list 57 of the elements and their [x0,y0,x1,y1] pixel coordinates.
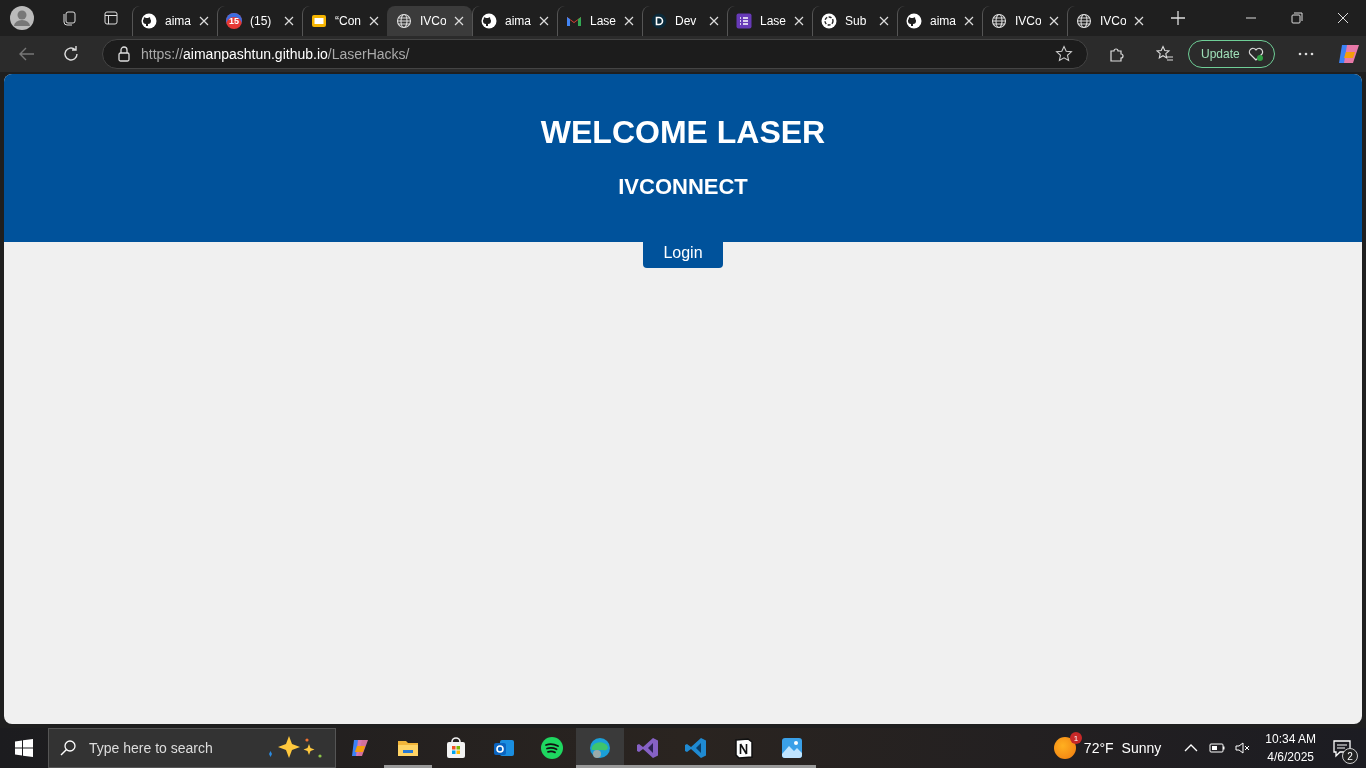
star-icon[interactable] [1055,45,1073,63]
battery-icon[interactable] [1209,740,1226,756]
page-title: WELCOME LASER [540,114,826,151]
close-icon[interactable] [624,16,634,26]
list-icon [736,13,752,29]
sun-icon[interactable] [1053,737,1076,759]
close-icon[interactable] [454,16,464,26]
close-icon[interactable] [539,16,549,26]
new-tab-icon[interactable] [1170,10,1186,26]
ribbon-icon [684,736,708,760]
close-icon[interactable] [1049,16,1059,26]
muted-speaker-icon[interactable] [1235,740,1252,756]
close-icon[interactable] [964,16,974,26]
url-text: https://aimanpashtun.github.io/LaserHacks/ [141,46,411,62]
clock-date[interactable]: 4/6/2025 [1267,748,1314,766]
heart-icon [1247,46,1264,62]
profile-avatar[interactable] [10,6,34,30]
clock-time[interactable]: 10:34 AM [1265,730,1316,748]
close-icon[interactable] [1134,16,1144,26]
search-field[interactable]: Type here to search [87,739,255,757]
start-icon[interactable] [15,739,33,757]
d-logo-icon [651,13,667,29]
globe-icon [1076,13,1092,29]
mountain-icon [780,736,804,760]
lock-icon[interactable] [117,45,131,63]
calendar-icon: 15 [226,13,242,29]
address-bar[interactable]: https://aimanpashtun.github.io/LaserHacks/ [102,39,1088,69]
tab-actions-icon[interactable] [103,10,119,26]
favorites-icon[interactable] [1156,45,1174,63]
alert-badge: 1 [1069,732,1082,744]
message-icon[interactable] [1332,738,1352,758]
close-icon[interactable] [709,16,719,26]
ribbon-icon [636,736,660,760]
store-icon [444,736,468,760]
notification-count: 2 [1342,748,1358,764]
search-bar[interactable]: Type here to search [48,728,336,768]
slides-icon [311,13,327,29]
back-icon[interactable] [18,45,36,63]
cat-icon [141,13,157,29]
close-icon[interactable] [369,16,379,26]
globe-icon [991,13,1007,29]
collections-icon[interactable] [61,10,77,26]
sound-waves-icon [540,736,564,760]
weather-text: Sunny [1121,740,1162,756]
close-icon[interactable] [199,16,209,26]
close-icon[interactable] [794,16,804,26]
puzzle-icon[interactable] [1108,45,1126,63]
page-subtitle: IVCONNECT [618,174,748,200]
browser-tab[interactable]: IVCo [387,6,472,36]
close-icon[interactable] [879,16,889,26]
refresh-icon[interactable] [62,45,80,63]
close-icon[interactable] [284,16,294,26]
cat-icon [481,13,497,29]
globe-icon [396,13,412,29]
temperature-text: 72°F [1083,740,1114,756]
search-icon [59,739,77,757]
cat-icon [906,13,922,29]
